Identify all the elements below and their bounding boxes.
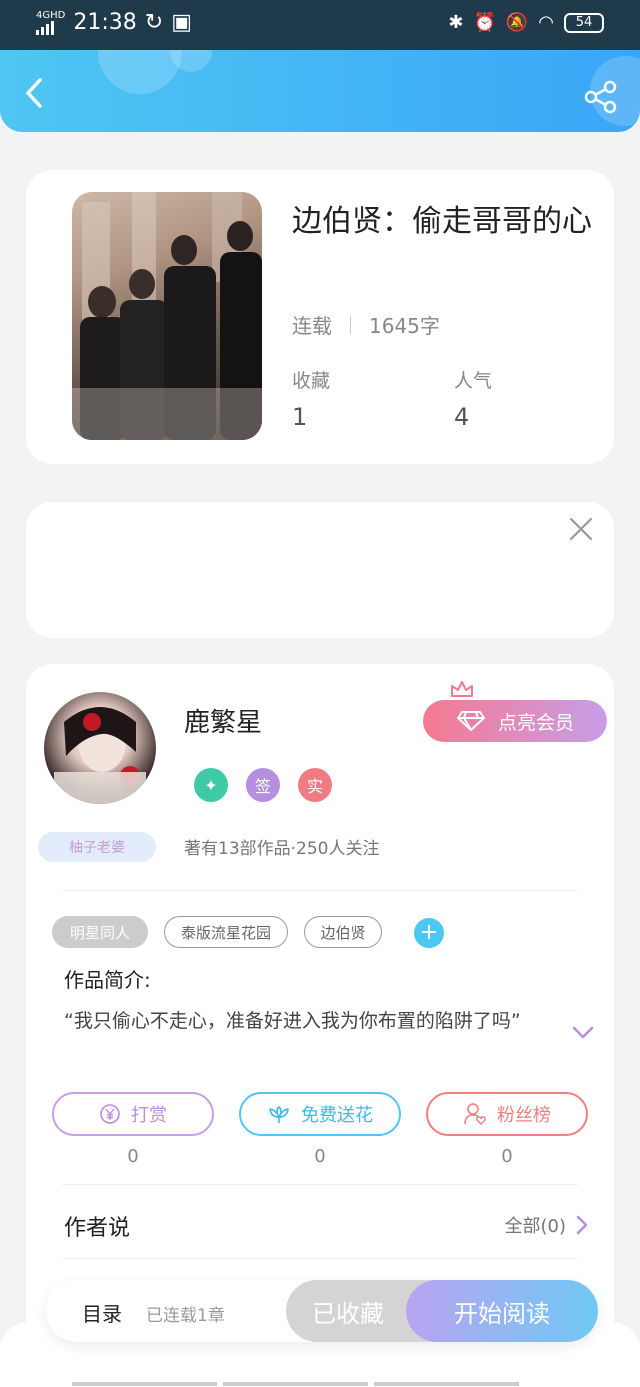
popularity-value: 4 xyxy=(454,403,470,431)
vip-button[interactable]: 点亮会员 xyxy=(423,700,607,742)
book-cover-image[interactable] xyxy=(72,192,262,440)
author-detail-card: 鹿繁星 点亮会员 ✦ 签 实 柚子老婆 著有13部作品·250人关注 明星同人 … xyxy=(26,664,614,1364)
tip-count: 0 xyxy=(127,1146,139,1167)
all-link-label: 全部(0) xyxy=(504,1216,567,1237)
status-bar: 4GHD 21:38 ↻ ▣ ✱ ⏰ 🔕 ◠ 54 xyxy=(0,0,640,50)
popularity-stat: 人气 4 xyxy=(454,366,492,431)
collected-label: 已收藏 xyxy=(312,1299,384,1328)
tag-label: 边伯贤 xyxy=(320,923,366,942)
chevron-right-icon xyxy=(576,1215,588,1235)
book-title: 边伯贤：偷走哥哥的心 xyxy=(292,204,592,239)
author-say-all-link[interactable]: 全部(0) xyxy=(505,1212,589,1238)
share-button[interactable] xyxy=(584,80,618,114)
author-stats: 著有13部作品·250人关注 xyxy=(184,839,380,859)
start-reading-button[interactable]: 开始阅读 xyxy=(406,1280,598,1342)
sync-icon: ↻ xyxy=(144,10,164,35)
book-info-card: 边伯贤：偷走哥哥的心 连载 1645字 收藏 1 人气 4 xyxy=(26,170,614,464)
divider xyxy=(62,890,578,891)
close-icon[interactable] xyxy=(568,516,594,542)
divider xyxy=(62,1184,578,1185)
wifi-icon: ◠ xyxy=(538,12,554,33)
cover-art-icon xyxy=(72,192,262,440)
word-count: 1645字 xyxy=(369,314,440,338)
popularity-label: 人气 xyxy=(454,370,493,392)
book-meta: 连载 1645字 xyxy=(292,310,440,339)
send-flower-label: 免费送花 xyxy=(301,1105,373,1126)
back-button[interactable] xyxy=(20,76,50,110)
tag-item[interactable]: 泰版流星花园 xyxy=(164,916,288,948)
intro-text: “我只偷心不走心，准备好进入我为你布置的陷阱了吗” xyxy=(64,1010,521,1032)
author-name[interactable]: 鹿繁星 xyxy=(184,702,262,739)
tip-label: 打赏 xyxy=(131,1105,167,1126)
chapter-count: 已连载1章 xyxy=(146,1306,225,1326)
signed-badge-label: 签 xyxy=(254,777,271,796)
avatar-image-icon xyxy=(54,707,146,804)
bottom-indicator xyxy=(72,1382,519,1386)
battery-icon: 54 xyxy=(564,12,604,33)
favorites-label: 收藏 xyxy=(292,370,331,392)
bottom-action-bar: 目录 已连载1章 已收藏 开始阅读 xyxy=(46,1280,598,1342)
network-type: 4GHD xyxy=(36,9,66,21)
screenshot-icon: ▣ xyxy=(171,10,192,35)
fan-ranking-button[interactable]: 粉丝榜 xyxy=(426,1092,588,1136)
cellular-signal-icon: 4GHD xyxy=(36,9,66,35)
start-reading-label: 开始阅读 xyxy=(454,1299,550,1328)
app-header xyxy=(0,50,640,132)
avatar[interactable] xyxy=(44,692,156,804)
status-time: 21:38 xyxy=(73,10,137,35)
serial-status: 连载 xyxy=(292,314,332,338)
author-say-heading: 作者说 xyxy=(64,1216,131,1241)
handshake-badge-icon[interactable]: ✦ xyxy=(194,768,228,802)
crown-icon xyxy=(451,681,473,697)
bluetooth-icon: ✱ xyxy=(448,12,464,33)
user-heart-icon xyxy=(464,1103,486,1125)
intro-label: 作品简介: xyxy=(64,968,151,992)
chevron-down-icon[interactable] xyxy=(572,1026,594,1040)
signed-badge[interactable]: 签 xyxy=(246,768,280,802)
tag-item[interactable]: 边伯贤 xyxy=(304,916,382,948)
tip-button[interactable]: 打赏 xyxy=(52,1092,214,1136)
divider xyxy=(62,1258,578,1259)
fan-title-label: 柚子老婆 xyxy=(69,840,125,856)
ad-placeholder-card xyxy=(26,502,614,638)
flower-count: 0 xyxy=(314,1146,326,1167)
alarm-icon: ⏰ xyxy=(473,12,496,33)
mute-icon: 🔕 xyxy=(505,12,529,33)
diamond-icon xyxy=(456,711,485,731)
tag-label: 明星同人 xyxy=(69,923,130,942)
flower-icon xyxy=(269,1106,289,1123)
favorites-value: 1 xyxy=(292,403,308,431)
favorites-stat: 收藏 1 xyxy=(292,366,330,431)
tag-item[interactable]: 明星同人 xyxy=(52,916,148,948)
fan-title-tag: 柚子老婆 xyxy=(38,832,156,862)
verified-badge[interactable]: 实 xyxy=(298,768,332,802)
verified-badge-label: 实 xyxy=(306,777,323,796)
vip-button-label: 点亮会员 xyxy=(497,711,574,734)
toc-button[interactable]: 目录 xyxy=(82,1298,122,1327)
fan-ranking-label: 粉丝榜 xyxy=(497,1105,551,1126)
tag-label: 泰版流星花园 xyxy=(180,923,271,942)
fan-ranking-count: 0 xyxy=(501,1146,513,1167)
meta-divider xyxy=(350,315,351,334)
send-flower-button[interactable]: 免费送花 xyxy=(239,1092,401,1136)
yen-coin-icon xyxy=(100,1104,120,1124)
add-tag-button[interactable]: + xyxy=(414,918,444,948)
